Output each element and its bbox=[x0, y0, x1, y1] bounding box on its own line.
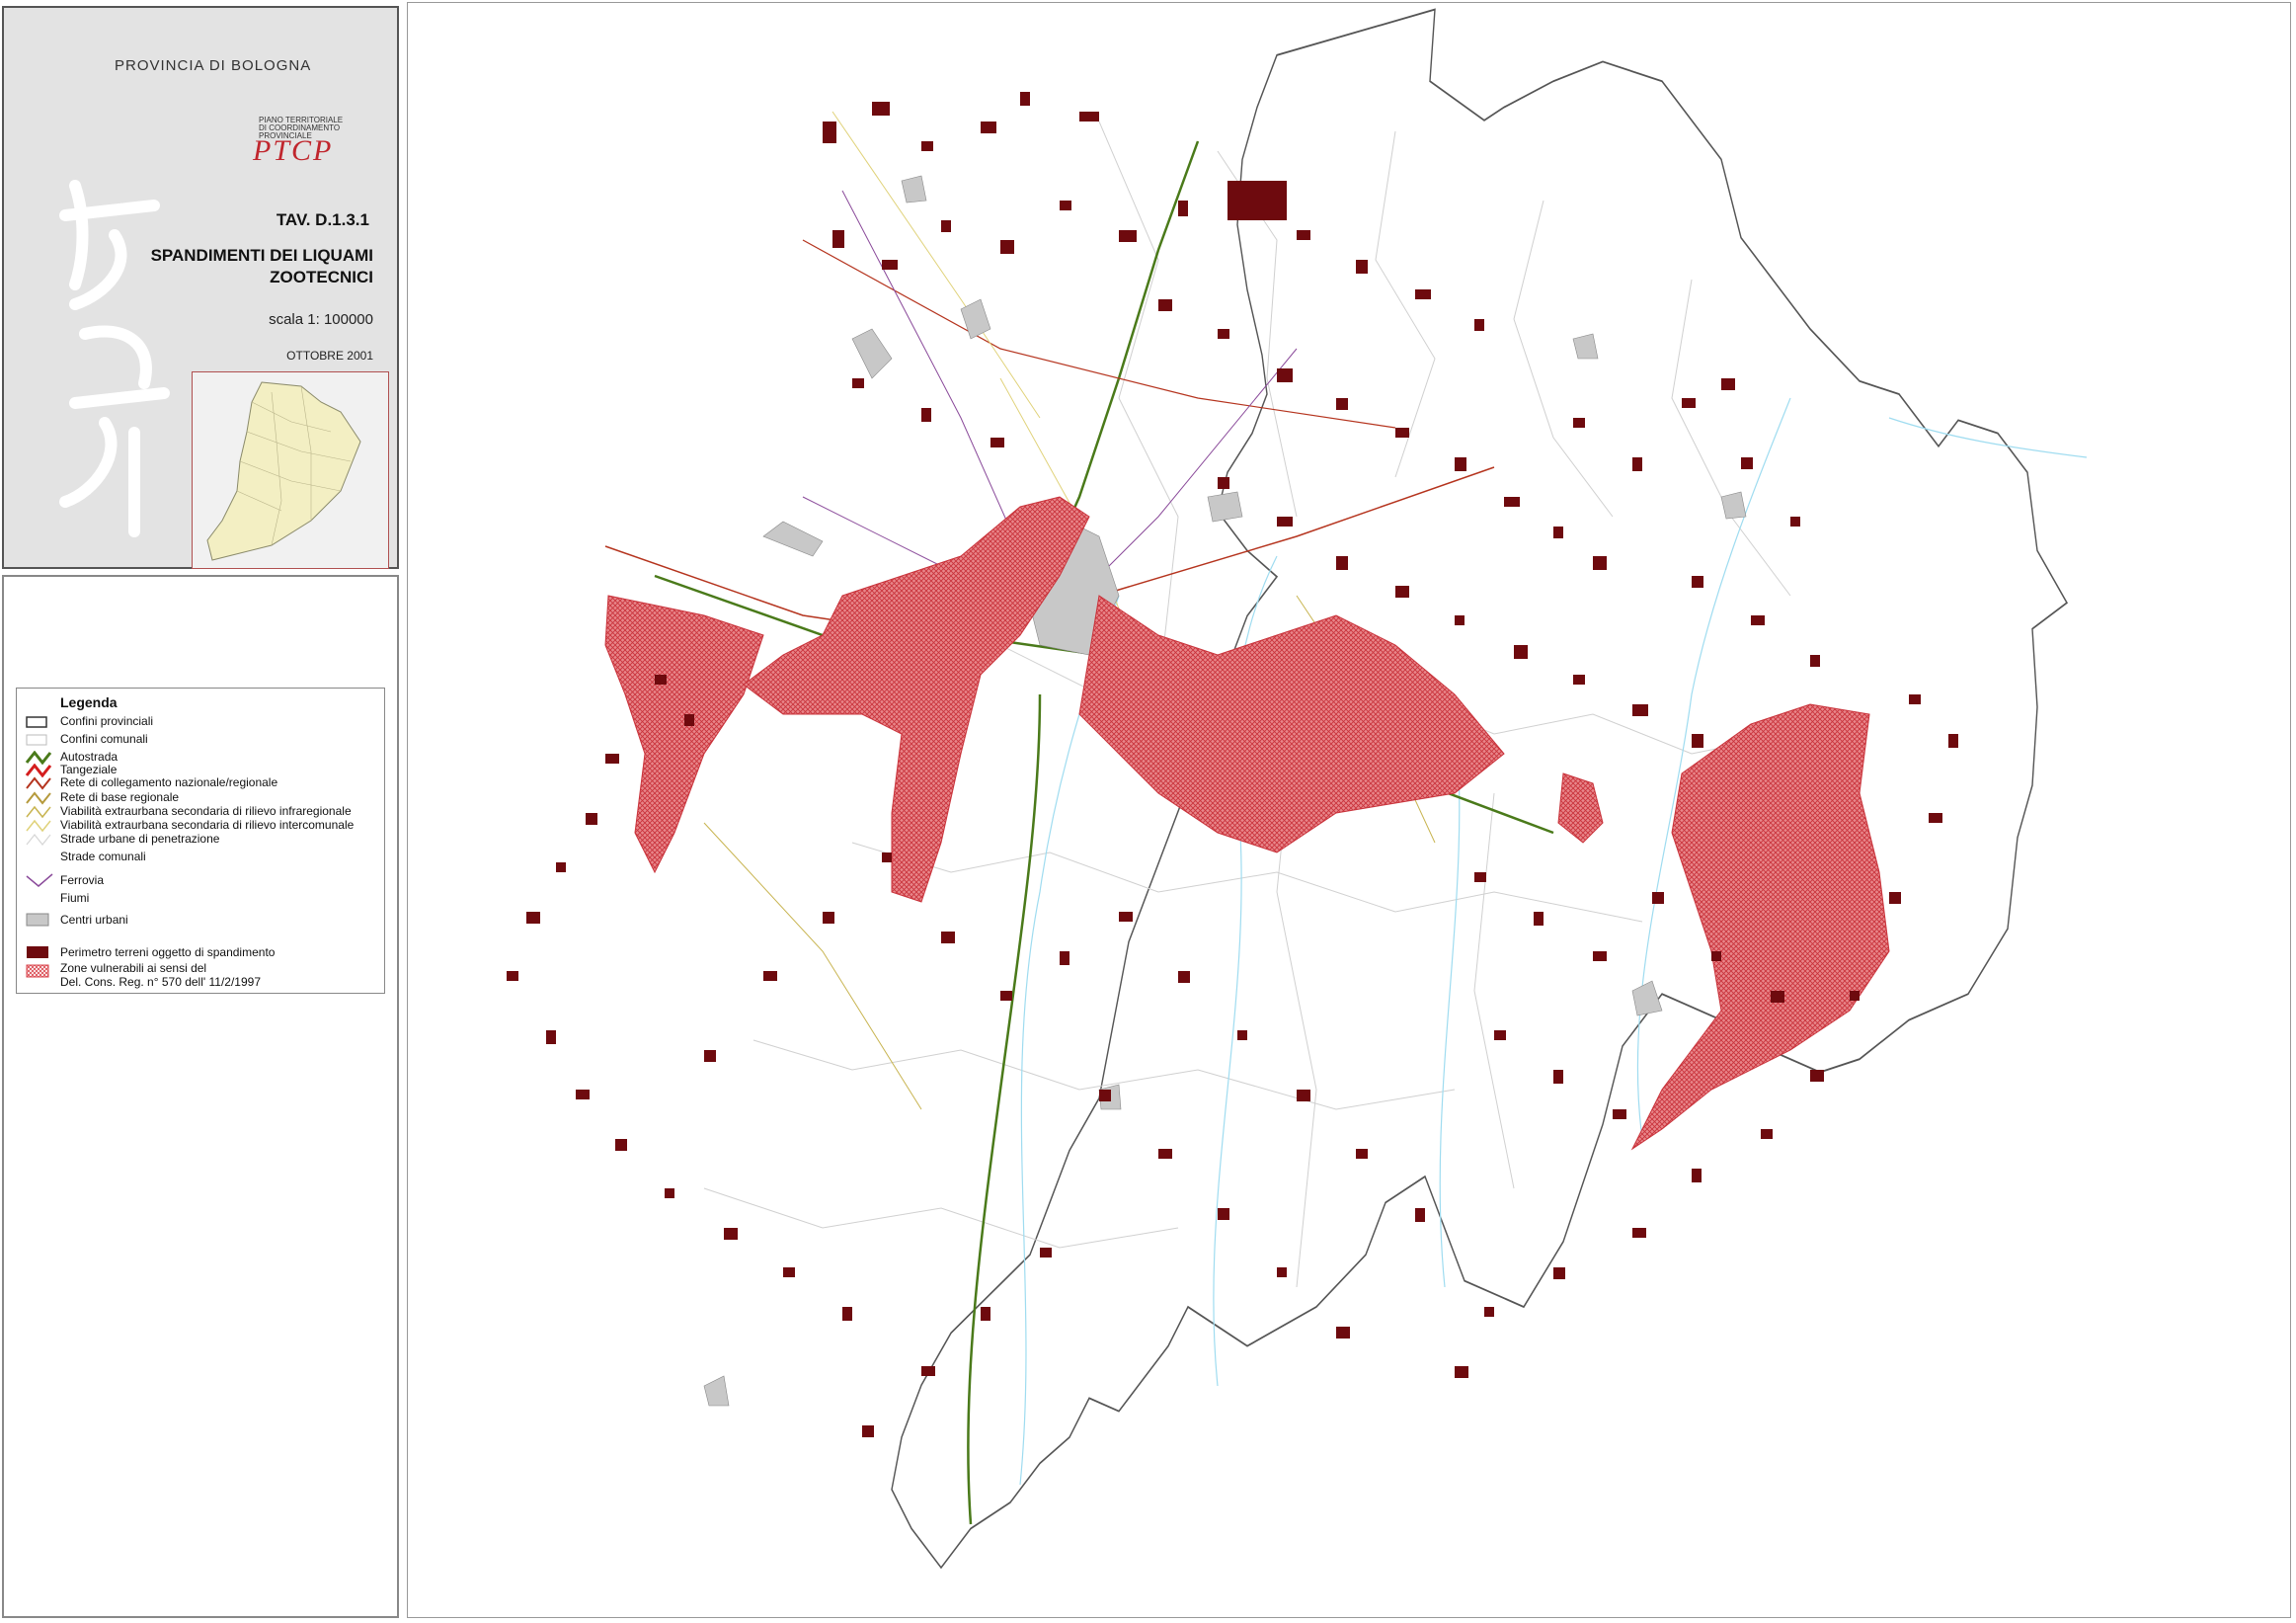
inset-locator-map bbox=[192, 371, 389, 569]
legend-symbol-regional-road bbox=[26, 791, 51, 805]
vulnerable-zone-central-west bbox=[743, 496, 1090, 903]
legend-symbol-spreading-land bbox=[27, 946, 48, 958]
legend-symbol-vulnerable-zone bbox=[26, 964, 49, 978]
legend-symbol-intercomunale-road bbox=[26, 819, 51, 833]
legend-symbol-national-road bbox=[26, 776, 51, 790]
map-title-line-1: SPANDIMENTI DEI LIQUAMI bbox=[150, 246, 373, 265]
legend-item-zone-vulnerabili: Zone vulnerabili ai sensi del Del. Cons.… bbox=[60, 961, 261, 989]
legend-symbol-municipal-border bbox=[26, 734, 47, 746]
legend-item-confini-comunali: Confini comunali bbox=[60, 732, 148, 746]
legend-item-confini-provinciali: Confini provinciali bbox=[60, 714, 154, 728]
tav-number: TAV. D.1.3.1 bbox=[276, 210, 369, 229]
legend-item-rete-nazionale: Rete di collegamento nazionale/regionale bbox=[60, 775, 278, 789]
inset-province-shape bbox=[206, 381, 361, 561]
map-date: OTTOBRE 2001 bbox=[286, 349, 373, 363]
ptcp-logo: PTCP bbox=[253, 134, 334, 167]
legend-item-strade-urbane: Strade urbane di penetrazione bbox=[60, 832, 220, 846]
legend-item-strade-comunali: Strade comunali bbox=[60, 850, 146, 863]
legend-item-rete-base: Rete di base regionale bbox=[60, 790, 180, 804]
legend-symbol-tangenziale bbox=[25, 764, 52, 777]
legend-item-ferrovia: Ferrovia bbox=[60, 873, 105, 887]
legend-symbol-province-border bbox=[26, 716, 47, 728]
legend-item-autostrada: Autostrada bbox=[60, 750, 119, 764]
legend: Legenda Confini provinciali Confini comu… bbox=[16, 688, 385, 994]
legend-item-perimetro-terreni: Perimetro terreni oggetto di spandimento bbox=[60, 945, 276, 959]
province-map[interactable] bbox=[408, 3, 2290, 1617]
title-panel: PROVINCIA DI BOLOGNA PIANO TERRITORIALE … bbox=[2, 6, 399, 569]
province-boundary bbox=[891, 8, 2069, 1570]
legend-symbol-urban-road bbox=[26, 834, 51, 846]
map-title-line-2: ZOOTECNICI bbox=[270, 268, 373, 286]
legend-symbol-autostrada bbox=[25, 751, 52, 765]
legend-panel: Legenda Confini provinciali Confini comu… bbox=[2, 575, 399, 1618]
legend-item-intercomunale: Viabilità extraurbana secondaria di rili… bbox=[60, 818, 355, 832]
vulnerable-zone-west bbox=[604, 595, 764, 874]
legend-symbol-infraregional-road bbox=[26, 805, 51, 819]
map-panel[interactable] bbox=[407, 2, 2291, 1618]
ptcp-watermark-logo bbox=[59, 180, 170, 537]
legend-symbol-urban-centers bbox=[26, 913, 49, 927]
legend-item-centri-urbani: Centri urbani bbox=[60, 913, 128, 927]
legend-symbol-railway bbox=[26, 873, 53, 887]
legend-item-tangenziale: Tangeziale bbox=[60, 763, 118, 776]
map-title: SPANDIMENTI DEI LIQUAMI ZOOTECNICI bbox=[151, 245, 373, 288]
province-name: PROVINCIA DI BOLOGNA bbox=[115, 57, 312, 74]
map-scale: scala 1: 100000 bbox=[269, 311, 373, 328]
legend-item-fiumi: Fiumi bbox=[60, 891, 90, 905]
legend-title: Legenda bbox=[60, 694, 118, 710]
legend-item-infraregionale: Viabilità extraurbana secondaria di rili… bbox=[60, 804, 352, 818]
